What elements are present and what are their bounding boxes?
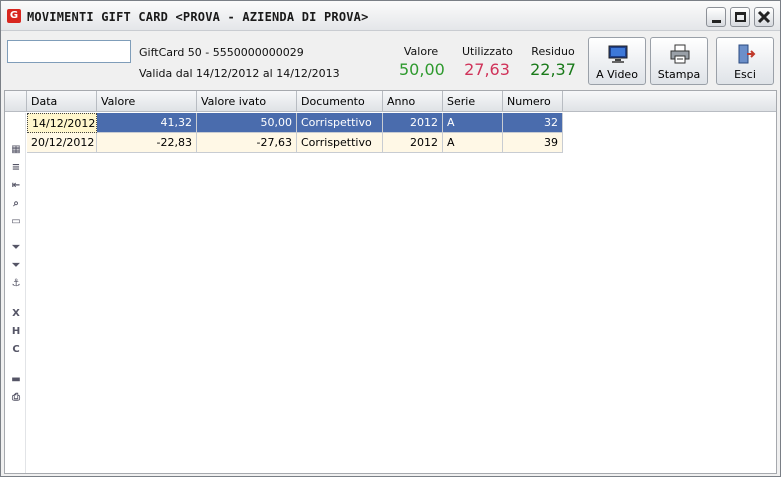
columns-icon[interactable]: ▭	[9, 215, 23, 229]
screen-icon[interactable]: ▬	[9, 373, 23, 387]
column-header-numero[interactable]: Numero	[503, 91, 563, 112]
table-row[interactable]: 14/12/2012 41,32 50,00 Corrispettivo 201…	[27, 113, 563, 133]
cell-anno[interactable]: 2012	[383, 133, 443, 153]
window-title: MOVIMENTI GIFT CARD <PROVA - AZIENDA DI …	[27, 10, 369, 24]
stat-valore: Valore 50,00	[399, 45, 445, 79]
cell-anno[interactable]: 2012	[383, 113, 443, 133]
print-button[interactable]: Stampa	[650, 37, 708, 85]
stat-residuo-value: 22,37	[530, 60, 576, 79]
export-html-icon[interactable]: H	[9, 325, 23, 339]
import-icon[interactable]: ⇤	[9, 179, 23, 193]
stat-residuo-label: Residuo	[531, 45, 575, 58]
exit-button-label: Esci	[734, 68, 756, 81]
exit-button[interactable]: Esci	[716, 37, 774, 85]
stat-residuo: Residuo 22,37	[527, 45, 579, 79]
column-header-valore[interactable]: Valore	[97, 91, 197, 112]
grid-layout-icon[interactable]: ▦	[9, 143, 23, 157]
column-header-valore-ivato[interactable]: Valore ivato	[197, 91, 297, 112]
stat-utilizzato: Utilizzato 27,63	[462, 45, 513, 79]
search-icon[interactable]: ⌕	[9, 197, 23, 211]
card-header: GiftCard 50 - 5550000000029 Valida dal 1…	[1, 32, 780, 89]
grid-side-toolbar: ▦ ≡ ⇤ ⌕ ▭ ⏷ ⏷ ⚓ X H C ▬ ⎙	[5, 113, 26, 473]
export-csv-icon[interactable]: C	[9, 343, 23, 357]
minimize-icon	[712, 20, 721, 23]
column-header-anno[interactable]: Anno	[383, 91, 443, 112]
close-icon	[757, 10, 771, 24]
column-header-serie[interactable]: Serie	[443, 91, 503, 112]
list-icon[interactable]: ≡	[9, 161, 23, 175]
anchor-icon[interactable]: ⚓	[9, 277, 23, 291]
card-validity: Valida dal 14/12/2012 al 14/12/2013	[139, 67, 340, 80]
cell-numero[interactable]: 39	[503, 133, 563, 153]
title-bar: G MOVIMENTI GIFT CARD <PROVA - AZIENDA D…	[1, 1, 780, 31]
cell-data[interactable]: 14/12/2012	[27, 113, 97, 133]
header-corner	[5, 91, 27, 112]
maximize-button[interactable]	[730, 7, 750, 27]
cell-valore[interactable]: -22,83	[97, 133, 197, 153]
export-xls-icon[interactable]: X	[9, 307, 23, 321]
cell-data[interactable]: 20/12/2012	[27, 133, 97, 153]
column-header-documento[interactable]: Documento	[297, 91, 383, 112]
cell-valore-ivato[interactable]: 50,00	[197, 113, 297, 133]
app-icon: G	[7, 9, 21, 23]
print-button-label: Stampa	[657, 68, 701, 81]
cell-documento[interactable]: Corrispettivo	[297, 133, 383, 153]
table-row[interactable]: 20/12/2012 -22,83 -27,63 Corrispettivo 2…	[27, 133, 563, 153]
stat-utilizzato-value: 27,63	[464, 60, 510, 79]
stat-utilizzato-label: Utilizzato	[462, 45, 513, 58]
cell-serie[interactable]: A	[443, 113, 503, 133]
column-header-data[interactable]: Data	[27, 91, 97, 112]
monitor-icon	[608, 45, 628, 63]
cell-numero[interactable]: 32	[503, 113, 563, 133]
video-button[interactable]: A Video	[588, 37, 646, 85]
cell-documento[interactable]: Corrispettivo	[297, 113, 383, 133]
filter-icon[interactable]: ⏷	[9, 259, 23, 273]
card-name: GiftCard 50 - 5550000000029	[139, 46, 304, 59]
video-button-label: A Video	[596, 68, 638, 81]
cell-serie[interactable]: A	[443, 133, 503, 153]
stat-valore-value: 50,00	[399, 60, 445, 79]
minimize-button[interactable]	[706, 7, 726, 27]
cell-valore-ivato[interactable]: -27,63	[197, 133, 297, 153]
cell-valore[interactable]: 41,32	[97, 113, 197, 133]
movements-grid: Data Valore Valore ivato Documento Anno …	[4, 90, 777, 474]
print-icon[interactable]: ⎙	[9, 391, 23, 405]
filter-add-icon[interactable]: ⏷	[9, 241, 23, 255]
stat-valore-label: Valore	[403, 45, 439, 58]
printer-icon	[670, 44, 690, 64]
gift-card-movements-window: G MOVIMENTI GIFT CARD <PROVA - AZIENDA D…	[0, 0, 781, 477]
close-button[interactable]	[754, 7, 774, 27]
card-code-input[interactable]	[7, 40, 131, 63]
maximize-icon	[735, 12, 746, 22]
exit-door-icon	[738, 44, 756, 64]
table-header: Data Valore Valore ivato Documento Anno …	[5, 91, 776, 112]
